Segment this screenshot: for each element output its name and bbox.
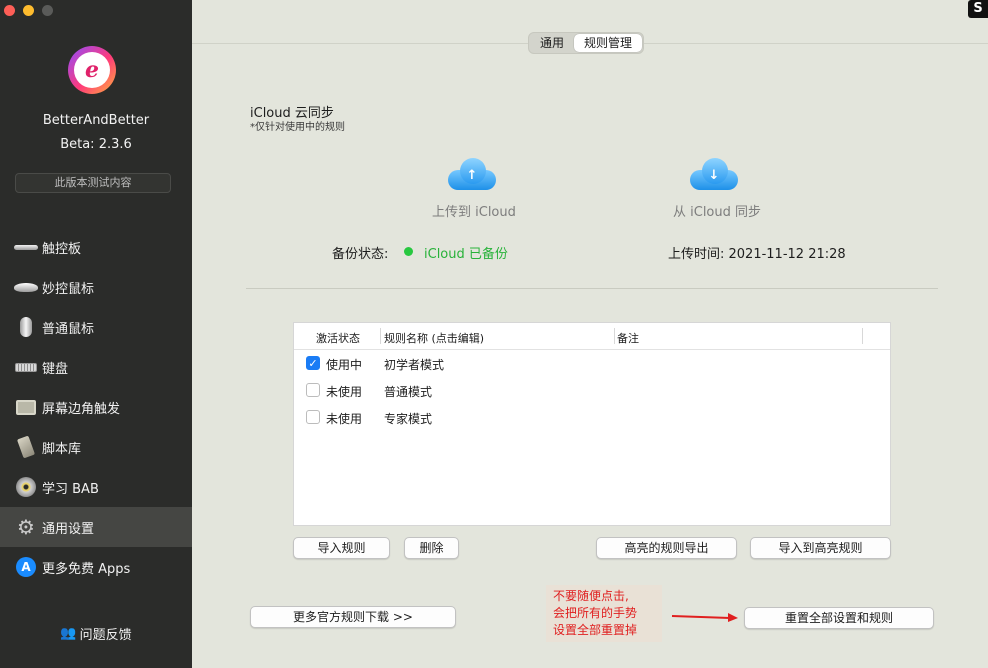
backup-status-label: 备份状态:: [332, 247, 389, 262]
sidebar-item-label: 更多免费 Apps: [42, 561, 131, 577]
icloud-subtitle: *仅针对使用中的规则: [250, 122, 345, 133]
sidebar-item-label: 触控板: [42, 241, 82, 257]
magic-mouse-icon: [14, 276, 38, 298]
import-rules-button[interactable]: 导入规则: [293, 537, 390, 559]
sidebar-item-keyboard[interactable]: 键盘: [0, 347, 192, 387]
feedback-button[interactable]: 👥 问题反馈: [0, 624, 192, 643]
rules-table: 激活状态 规则名称 (点击编辑) 备注 ✓ 使用中 初学者模式 未使用 普通模式…: [293, 322, 891, 526]
sync-from-icloud-button[interactable]: 从 iCloud 同步: [673, 201, 761, 220]
sidebar-item-general-settings[interactable]: ⚙ 通用设置: [0, 507, 192, 547]
app-version: Beta: 2.3.6: [60, 137, 132, 152]
window-controls: [4, 5, 53, 16]
active-checkbox[interactable]: [306, 410, 320, 424]
disc-icon: [14, 476, 38, 498]
warning-line: 不要随便点击,: [553, 589, 629, 603]
column-separator: [380, 328, 381, 344]
gear-icon: ⚙: [17, 515, 35, 539]
sidebar-item-label: 学习 BAB: [42, 481, 99, 497]
active-checkbox[interactable]: ✓: [306, 356, 320, 370]
script-icon: [14, 435, 38, 459]
sidebar-item-label: 键盘: [42, 361, 69, 377]
app-logo-icon: e: [68, 46, 116, 94]
sidebar-item-more-apps[interactable]: A 更多免费 Apps: [0, 547, 192, 587]
tab-general[interactable]: 通用: [530, 34, 574, 52]
row-name[interactable]: 专家模式: [384, 410, 432, 427]
cloud-download-icon[interactable]: ↓: [690, 158, 738, 192]
feedback-label: 问题反馈: [79, 628, 132, 643]
delete-button[interactable]: 删除: [404, 537, 459, 559]
backup-status-value: iCloud 已备份: [424, 247, 508, 262]
sidebar-item-label: 普通鼠标: [42, 321, 95, 337]
table-row[interactable]: ✓ 使用中 初学者模式: [294, 350, 890, 377]
screen-corner-icon: [14, 396, 38, 418]
sidebar: e BetterAndBetter Beta: 2.3.6 此版本测试内容 触控…: [0, 0, 192, 668]
warning-line: 设置全部重置掉: [553, 623, 638, 637]
import-to-highlighted-button[interactable]: 导入到高亮规则: [750, 537, 891, 559]
column-header-status[interactable]: 激活状态: [316, 330, 360, 346]
beta-content-button[interactable]: 此版本测试内容: [15, 173, 171, 193]
warning-note: 不要随便点击, 会把所有的手势 设置全部重置掉: [546, 585, 662, 642]
row-status: 未使用: [326, 385, 363, 399]
section-divider: [246, 288, 938, 289]
main-panel: 通用 规则管理 S iCloud 云同步 *仅针对使用中的规则 ↑ 上传到 iC…: [192, 0, 988, 668]
upload-time: 上传时间: 2021-11-12 21:28: [668, 247, 846, 262]
table-row[interactable]: 未使用 专家模式: [294, 404, 890, 431]
column-header-name[interactable]: 规则名称 (点击编辑): [384, 330, 484, 346]
keyboard-icon: [14, 356, 38, 378]
close-window-button[interactable]: [4, 5, 15, 16]
sidebar-item-label: 妙控鼠标: [42, 281, 95, 297]
active-checkbox[interactable]: [306, 383, 320, 397]
export-highlighted-rules-button[interactable]: 高亮的规则导出: [596, 537, 737, 559]
tab-bar: 通用 规则管理: [528, 32, 645, 54]
reset-all-button[interactable]: 重置全部设置和规则: [744, 607, 934, 629]
sidebar-item-screen-corner[interactable]: 屏幕边角触发: [0, 387, 192, 427]
app-store-icon: A: [14, 556, 38, 578]
red-arrow-icon: [671, 613, 738, 622]
sidebar-item-label: 脚本库: [42, 441, 82, 457]
trackpad-icon: [14, 236, 38, 258]
sidebar-item-magic-mouse[interactable]: 妙控鼠标: [0, 267, 192, 307]
sidebar-item-label: 通用设置: [42, 521, 95, 537]
sidebar-item-learn-bab[interactable]: 学习 BAB: [0, 467, 192, 507]
s-app-icon: S: [968, 0, 988, 18]
minimize-window-button[interactable]: [23, 5, 34, 16]
column-header-note[interactable]: 备注: [617, 330, 639, 346]
sidebar-item-script-library[interactable]: 脚本库: [0, 427, 192, 467]
row-name[interactable]: 初学者模式: [384, 356, 444, 373]
status-dot-icon: [404, 247, 413, 256]
sidebar-item-label: 屏幕边角触发: [42, 401, 121, 417]
column-separator: [614, 328, 615, 344]
tab-rules[interactable]: 规则管理: [574, 34, 643, 52]
column-separator: [862, 328, 863, 344]
mouse-icon: [14, 316, 38, 338]
warning-line: 会把所有的手势: [553, 606, 638, 620]
zoom-window-button[interactable]: [42, 5, 53, 16]
row-status: 使用中: [326, 358, 363, 372]
table-header: 激活状态 规则名称 (点击编辑) 备注: [294, 323, 890, 350]
sidebar-nav: 触控板 妙控鼠标 普通鼠标 键盘 屏幕边角触发 脚本库 学习 BAB ⚙ 通用设: [0, 227, 192, 587]
upload-to-icloud-button[interactable]: 上传到 iCloud: [432, 201, 516, 220]
table-row[interactable]: 未使用 普通模式: [294, 377, 890, 404]
people-icon: 👥: [60, 626, 77, 641]
more-official-rules-button[interactable]: 更多官方规则下载 >>: [250, 606, 456, 628]
app-name: BetterAndBetter: [42, 113, 150, 128]
sidebar-item-trackpad[interactable]: 触控板: [0, 227, 192, 267]
row-name[interactable]: 普通模式: [384, 383, 432, 400]
cloud-upload-icon[interactable]: ↑: [448, 158, 496, 192]
sidebar-item-mouse[interactable]: 普通鼠标: [0, 307, 192, 347]
row-status: 未使用: [326, 412, 363, 426]
